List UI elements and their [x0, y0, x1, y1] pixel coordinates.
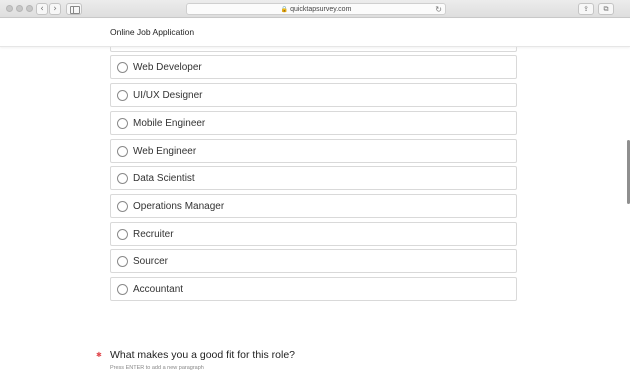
reload-icon[interactable]: ↻	[435, 4, 442, 15]
zoom-window-button[interactable]	[26, 5, 33, 12]
radio-button[interactable]	[117, 90, 128, 101]
option-web-developer[interactable]: Web Developer	[110, 55, 517, 79]
option-data-scientist[interactable]: Data Scientist	[110, 166, 517, 190]
option-ui-ux-designer[interactable]: UI/UX Designer	[110, 83, 517, 107]
minimize-window-button[interactable]	[16, 5, 23, 12]
option-operations-manager[interactable]: Operations Manager	[110, 194, 517, 218]
option-accountant[interactable]: Accountant	[110, 277, 517, 301]
option-label: Recruiter	[133, 229, 174, 240]
forward-icon[interactable]: ›	[49, 3, 61, 15]
url-text: quicktapsurvey.com	[290, 6, 352, 13]
option-label: UI/UX Designer	[133, 90, 203, 101]
option-label: Operations Manager	[133, 201, 225, 212]
option-label: Data Scientist	[133, 173, 195, 184]
option-recruiter[interactable]: Recruiter	[110, 222, 517, 246]
radio-button[interactable]	[117, 284, 128, 295]
option-label: Mobile Engineer	[133, 118, 206, 129]
lock-icon: 🔒	[280, 6, 289, 13]
radio-button[interactable]	[117, 62, 128, 73]
option-label: Accountant	[133, 284, 184, 295]
option-label: Web Developer	[133, 62, 202, 73]
radio-button[interactable]	[117, 146, 128, 157]
option-mobile-engineer[interactable]: Mobile Engineer	[110, 111, 517, 135]
radio-button[interactable]	[117, 173, 128, 184]
radio-button[interactable]	[117, 118, 128, 129]
back-icon[interactable]: ‹	[36, 3, 48, 15]
page-header: Online Job Application	[0, 19, 630, 47]
option-label: Sourcer	[133, 256, 169, 267]
sidebar-toggle-icon[interactable]	[66, 3, 82, 15]
radio-button[interactable]	[117, 256, 128, 267]
option-label: Web Engineer	[133, 146, 197, 157]
option-web-engineer[interactable]: Web Engineer	[110, 139, 517, 163]
share-icon[interactable]: ⇪	[578, 3, 594, 15]
option-sourcer[interactable]: Sourcer	[110, 249, 517, 273]
close-window-button[interactable]	[6, 5, 13, 12]
radio-button[interactable]	[117, 201, 128, 212]
question-title: What makes you a good fit for this role?	[110, 349, 296, 361]
address-bar[interactable]: 🔒 quicktapsurvey.com ↻	[186, 3, 446, 15]
question-hint: Press ENTER to add a new paragraph	[110, 365, 204, 371]
required-asterisk-icon: ✱	[96, 351, 102, 359]
previous-option-edge	[110, 47, 517, 52]
browser-toolbar: ‹ › 🔒 quicktapsurvey.com ↻ ⇪ ⧉	[0, 0, 630, 18]
tabs-overview-icon[interactable]: ⧉	[598, 3, 614, 15]
page-title: Online Job Application	[110, 27, 195, 37]
radio-button[interactable]	[117, 229, 128, 240]
